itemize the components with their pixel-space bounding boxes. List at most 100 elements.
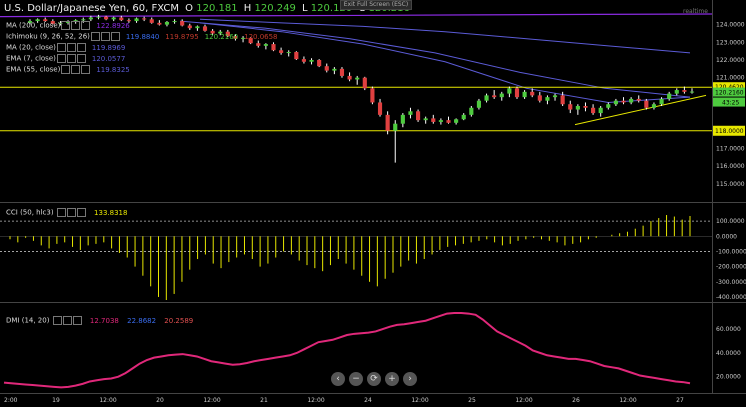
indicator-name[interactable]: EMA (7, close) [6, 55, 56, 63]
cci-tick-label: -200.0000 [716, 264, 746, 271]
close-icon[interactable] [72, 316, 82, 325]
candle-body [507, 88, 512, 94]
indicator-legend-row: EMA (55, close) 119.8325 [6, 65, 130, 74]
candle-body [492, 95, 497, 98]
candle-body [202, 26, 208, 31]
settings-icon[interactable] [61, 21, 71, 30]
settings-icon[interactable] [56, 43, 66, 52]
cci-tick-label: 0.0000 [716, 233, 737, 240]
hide-icon[interactable] [71, 21, 81, 30]
indicator-name[interactable]: MA (20, close) [6, 44, 56, 52]
close-icon[interactable] [81, 65, 91, 74]
candle-body [187, 25, 192, 29]
candle-body [530, 91, 535, 96]
candle-body [324, 66, 329, 71]
settings-icon[interactable] [52, 316, 62, 325]
dmi-name[interactable]: DMI (14, 20) [6, 317, 49, 325]
hide-icon[interactable] [66, 208, 76, 217]
candle-body [514, 88, 520, 98]
candle-body [568, 104, 573, 110]
candle-body [438, 120, 443, 122]
price-tick-label: 116.0000 [716, 163, 745, 170]
candle-body [301, 59, 306, 62]
time-tick-label: 2:00 [4, 397, 18, 404]
indicator-legend-row: EMA (7, close) 120.0577 [6, 54, 125, 63]
indicator-legend-row: MA (20, close) 119.8969 [6, 43, 125, 52]
candle-body [416, 111, 421, 121]
candle-body [591, 107, 596, 114]
candle-body [309, 60, 314, 62]
indicator-value: 119.8840 [125, 32, 160, 41]
cci-name[interactable]: CCI (50, hlc3) [6, 209, 54, 217]
candle-body [545, 97, 550, 101]
candle-body [552, 95, 558, 98]
hide-icon[interactable] [62, 316, 72, 325]
hide-icon[interactable] [66, 43, 76, 52]
candle-body [613, 100, 618, 105]
dmi-value-2: 22.8682 [127, 316, 157, 325]
candle-body [522, 91, 527, 98]
price-tick-label: 123.0000 [716, 39, 745, 46]
dmi-value-1: 12.7038 [89, 316, 119, 325]
settings-icon[interactable] [56, 54, 66, 63]
scroll-right-button[interactable]: › [403, 372, 417, 386]
price-tick-label: 115.0000 [716, 181, 745, 188]
close-icon[interactable] [76, 43, 86, 52]
ohlc-open: 120.181 [196, 3, 238, 14]
candle-body [469, 107, 474, 115]
hide-icon[interactable] [100, 32, 110, 41]
close-icon[interactable] [81, 21, 91, 30]
candle-body [119, 17, 124, 21]
hide-icon[interactable] [66, 54, 76, 63]
zoom-in-button[interactable]: + [385, 372, 399, 386]
scroll-left-button[interactable]: ‹ [331, 372, 345, 386]
close-icon[interactable] [110, 32, 120, 41]
candle-body [446, 120, 451, 123]
time-tick-label: 26 [572, 397, 580, 404]
ohlc-open-label: O [185, 3, 194, 14]
cci-tick-label: -100.0000 [716, 248, 746, 255]
candle-body [317, 60, 322, 67]
candle-body [606, 104, 611, 108]
time-tick-label: 24 [364, 397, 372, 404]
exit-fullscreen-button[interactable]: Exit Full Screen (ESC) [340, 0, 412, 10]
candle-body [134, 18, 139, 22]
indicator-value: 119.8325 [96, 65, 130, 74]
indicator-value: 120.0577 [91, 54, 126, 63]
settings-icon[interactable] [56, 208, 66, 217]
settings-icon[interactable] [90, 32, 100, 41]
symbol-title[interactable]: U.S. Dollar/Japanese Yen, 60, FXCM [4, 3, 179, 14]
candle-body [629, 98, 634, 103]
candle-body [575, 106, 580, 110]
indicator-legend-row: Ichimoku (9, 26, 52, 26) 119.8840 119.8795… [6, 32, 278, 41]
zoom-out-button[interactable]: − [349, 372, 363, 386]
candle-body [689, 91, 695, 93]
horizontal-line-label: 118.0000 [715, 128, 744, 135]
price-tick-label: 124.0000 [716, 22, 745, 29]
candle-body [104, 16, 109, 20]
candle-body [385, 114, 390, 131]
indicator-name[interactable]: MA (200, close) [6, 22, 60, 30]
dmi-value-3: 20.2589 [164, 316, 194, 325]
indicator-value: 122.8926 [96, 21, 130, 30]
candle-body [621, 100, 626, 103]
candle-body [88, 17, 93, 20]
cci-legend: CCI (50, hlc3) 133.8318 [6, 208, 127, 217]
candle-body [537, 95, 542, 101]
time-tick-label: 21 [260, 397, 268, 404]
indicator-name[interactable]: EMA (55, close) [6, 66, 60, 74]
candle-body [598, 107, 603, 114]
indicator-name[interactable]: Ichimoku (9, 26, 52, 26) [6, 33, 90, 41]
settings-icon[interactable] [61, 65, 71, 74]
close-icon[interactable] [76, 208, 86, 217]
candle-body [674, 90, 679, 94]
hide-icon[interactable] [71, 65, 81, 74]
reset-button[interactable]: ⟳ [367, 372, 381, 386]
dmi-tick-label: 60.0000 [716, 326, 741, 333]
candle-body [499, 93, 504, 98]
close-icon[interactable] [76, 54, 86, 63]
candle-body [286, 52, 291, 54]
dmi-legend: DMI (14, 20) 12.7038 22.8682 20.2589 [6, 316, 193, 325]
time-tick-label: 20 [156, 397, 164, 404]
candle-body [172, 21, 177, 23]
